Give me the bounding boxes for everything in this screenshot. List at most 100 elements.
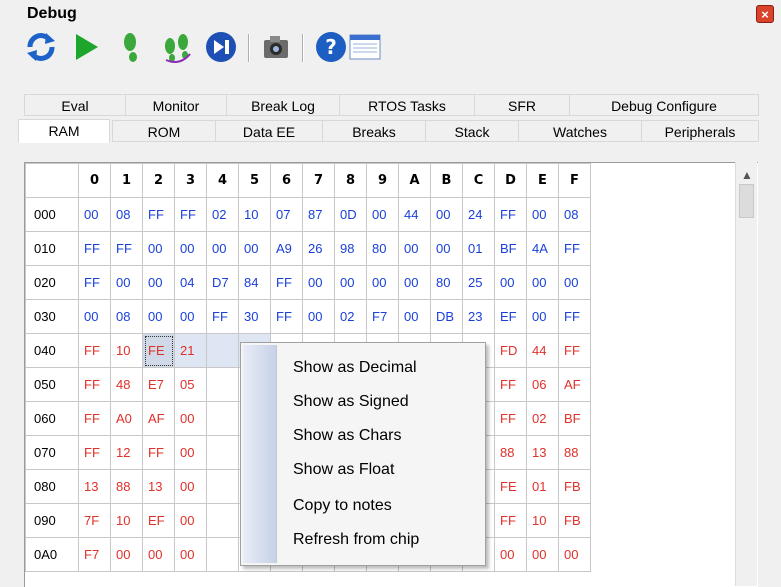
memory-cell[interactable] [206,469,239,504]
memory-cell[interactable]: FF [494,197,527,232]
memory-cell[interactable]: 0D [334,197,367,232]
memory-cell[interactable]: 00 [430,231,463,266]
tab-eval[interactable]: Eval [24,94,126,116]
memory-cell[interactable]: 26 [302,231,335,266]
memory-cell[interactable] [206,367,239,402]
memory-cell[interactable]: 00 [174,469,207,504]
memory-cell[interactable] [206,401,239,436]
skip-icon[interactable] [204,30,238,64]
memory-cell[interactable]: 4A [526,231,559,266]
memory-cell[interactable]: 00 [174,503,207,538]
memory-cell[interactable] [206,537,239,572]
scroll-thumb[interactable] [739,184,754,218]
memory-cell[interactable]: FF [78,333,111,368]
memory-cell[interactable]: 00 [430,197,463,232]
memory-cell[interactable]: 98 [334,231,367,266]
memory-cell[interactable]: E7 [142,367,175,402]
memory-cell[interactable]: 12 [110,435,143,470]
memory-cell[interactable]: 30 [238,299,271,334]
memory-cell[interactable] [206,503,239,538]
memory-cell[interactable]: FF [206,299,239,334]
tab-data-ee[interactable]: Data EE [215,120,323,142]
memory-cell[interactable]: AF [558,367,591,402]
memory-cell[interactable]: FF [142,197,175,232]
memory-cell[interactable]: 06 [526,367,559,402]
memory-cell[interactable]: 00 [494,265,527,300]
vertical-scrollbar[interactable]: ▲ [735,162,757,586]
tab-monitor[interactable]: Monitor [125,94,227,116]
memory-cell[interactable]: 04 [174,265,207,300]
memory-cell[interactable]: 13 [526,435,559,470]
memory-cell[interactable]: 00 [526,537,559,572]
memory-cell[interactable]: 10 [238,197,271,232]
memory-cell[interactable]: 10 [526,503,559,538]
memory-cell[interactable]: 13 [78,469,111,504]
memory-cell[interactable]: A0 [110,401,143,436]
memory-cell[interactable]: 24 [462,197,495,232]
memory-cell[interactable]: 00 [206,231,239,266]
camera-icon[interactable] [260,30,294,64]
memory-cell[interactable]: 88 [558,435,591,470]
memory-cell[interactable]: 00 [142,231,175,266]
memory-cell[interactable]: F7 [78,537,111,572]
memory-cell[interactable]: FF [110,231,143,266]
memory-cell[interactable]: BF [558,401,591,436]
memory-cell[interactable]: 00 [398,231,431,266]
memory-cell[interactable]: BF [494,231,527,266]
memory-cell[interactable]: 00 [334,265,367,300]
memory-cell[interactable]: 13 [142,469,175,504]
memory-cell[interactable]: 08 [110,299,143,334]
memory-cell[interactable]: 80 [366,231,399,266]
memory-cell[interactable]: A9 [270,231,303,266]
memory-cell[interactable]: 10 [110,503,143,538]
memory-cell[interactable]: 00 [174,401,207,436]
memory-cell[interactable]: 44 [526,333,559,368]
memory-cell[interactable]: 21 [174,333,207,368]
memory-cell[interactable]: 48 [110,367,143,402]
memory-cell[interactable]: 00 [398,265,431,300]
memory-cell[interactable]: 00 [174,537,207,572]
tab-sfr[interactable]: SFR [474,94,570,116]
memory-cell[interactable]: 00 [494,537,527,572]
memory-cell[interactable]: 00 [142,265,175,300]
memory-cell[interactable]: 00 [398,299,431,334]
memory-cell[interactable]: FF [494,401,527,436]
memory-cell[interactable]: FB [558,469,591,504]
memory-cell[interactable]: 10 [110,333,143,368]
tab-debug-configure[interactable]: Debug Configure [569,94,759,116]
scroll-up-icon[interactable]: ▲ [741,168,753,182]
memory-cell[interactable]: 00 [302,299,335,334]
memory-cell[interactable]: FE [494,469,527,504]
memory-cell[interactable]: EF [142,503,175,538]
window-list-icon[interactable] [348,30,382,64]
menu-show-signed[interactable]: Show as Signed [293,393,409,411]
memory-cell[interactable]: 00 [142,537,175,572]
memory-cell[interactable] [206,333,239,368]
tab-watches[interactable]: Watches [518,120,642,142]
menu-copy-to-notes[interactable]: Copy to notes [293,497,392,515]
tab-break-log[interactable]: Break Log [226,94,340,116]
memory-cell[interactable]: AF [142,401,175,436]
memory-cell[interactable]: 05 [174,367,207,402]
refresh-icon[interactable] [24,30,58,64]
memory-cell[interactable]: 01 [526,469,559,504]
memory-cell[interactable]: FF [78,401,111,436]
tab-breaks[interactable]: Breaks [322,120,426,142]
memory-cell[interactable]: 00 [526,299,559,334]
memory-cell[interactable] [206,435,239,470]
memory-cell[interactable]: 7F [78,503,111,538]
memory-cell[interactable]: FB [558,503,591,538]
menu-show-chars[interactable]: Show as Chars [293,427,402,445]
memory-cell[interactable]: 07 [270,197,303,232]
memory-cell[interactable]: FF [78,435,111,470]
memory-cell[interactable]: 87 [302,197,335,232]
memory-cell[interactable]: FD [494,333,527,368]
run-icon[interactable] [68,30,102,64]
memory-cell[interactable]: 00 [366,197,399,232]
memory-cell[interactable]: FF [494,503,527,538]
memory-cell[interactable]: FF [78,367,111,402]
memory-cell[interactable]: 44 [398,197,431,232]
memory-cell[interactable]: 00 [78,299,111,334]
tab-peripherals[interactable]: Peripherals [641,120,759,142]
memory-cell[interactable]: FF [78,265,111,300]
